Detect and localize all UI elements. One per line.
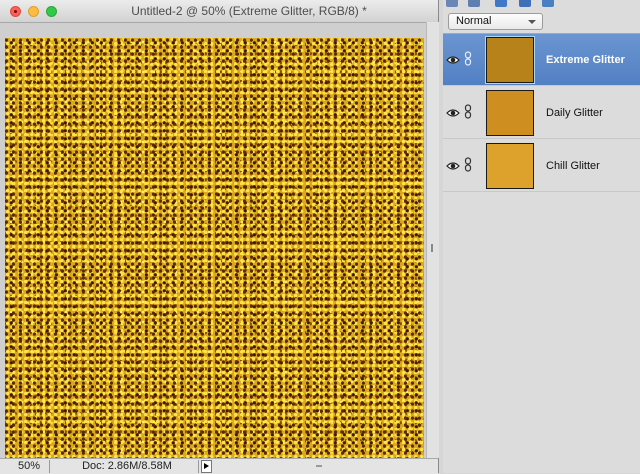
doc-size-info: Doc: 2.86M/8.58M (56, 460, 199, 473)
link-icon[interactable] (464, 104, 472, 119)
mask-icon[interactable] (495, 0, 507, 7)
new-layer-icon[interactable] (446, 0, 458, 7)
layer-row[interactable]: Extreme Glitter (443, 34, 640, 86)
layer-name[interactable]: Extreme Glitter (546, 34, 625, 86)
lock-icon[interactable] (519, 0, 531, 7)
document-titlebar[interactable]: Untitled-2 @ 50% (Extreme Glitter, RGB/8… (0, 0, 438, 23)
adjustment-layer-icon[interactable] (468, 0, 480, 7)
layers-panel: Normal Extreme Glitter Daily Glitter Chill… (443, 0, 640, 473)
vertical-scrollbar[interactable] (426, 22, 439, 458)
document-title: Untitled-2 @ 50% (Extreme Glitter, RGB/8… (131, 4, 367, 18)
chevron-down-icon (528, 20, 536, 24)
blend-mode-select[interactable]: Normal (448, 13, 543, 30)
layer-thumbnail[interactable] (485, 36, 535, 84)
panel-toolbar (443, 0, 640, 10)
eye-icon[interactable] (446, 53, 460, 67)
layer-thumbnail[interactable] (486, 143, 534, 189)
link-icon[interactable] (464, 51, 472, 66)
layer-row[interactable]: Chill Glitter (443, 140, 640, 192)
minimize-window-button[interactable] (28, 6, 39, 17)
status-bar: 50% Doc: 2.86M/8.58M (0, 458, 438, 474)
layer-name[interactable]: Chill Glitter (546, 140, 600, 192)
zoom-level-field[interactable]: 50% (0, 460, 50, 473)
horizontal-scroll-grip-icon[interactable] (316, 465, 322, 467)
glitter-image[interactable] (5, 38, 424, 458)
layer-thumbnail[interactable] (486, 90, 534, 136)
lock-all-icon[interactable] (542, 0, 554, 7)
blend-mode-value: Normal (456, 15, 492, 27)
layer-name[interactable]: Daily Glitter (546, 87, 603, 139)
zoom-window-button[interactable] (46, 6, 57, 17)
eye-icon[interactable] (446, 106, 460, 120)
document-window: Untitled-2 @ 50% (Extreme Glitter, RGB/8… (0, 0, 439, 474)
link-icon[interactable] (464, 157, 472, 172)
layer-row[interactable]: Daily Glitter (443, 87, 640, 139)
status-menu-button[interactable] (201, 460, 212, 473)
scroll-grip-icon (431, 244, 433, 252)
eye-icon[interactable] (446, 159, 460, 173)
close-window-button[interactable] (10, 6, 21, 17)
canvas-area[interactable] (5, 38, 424, 458)
